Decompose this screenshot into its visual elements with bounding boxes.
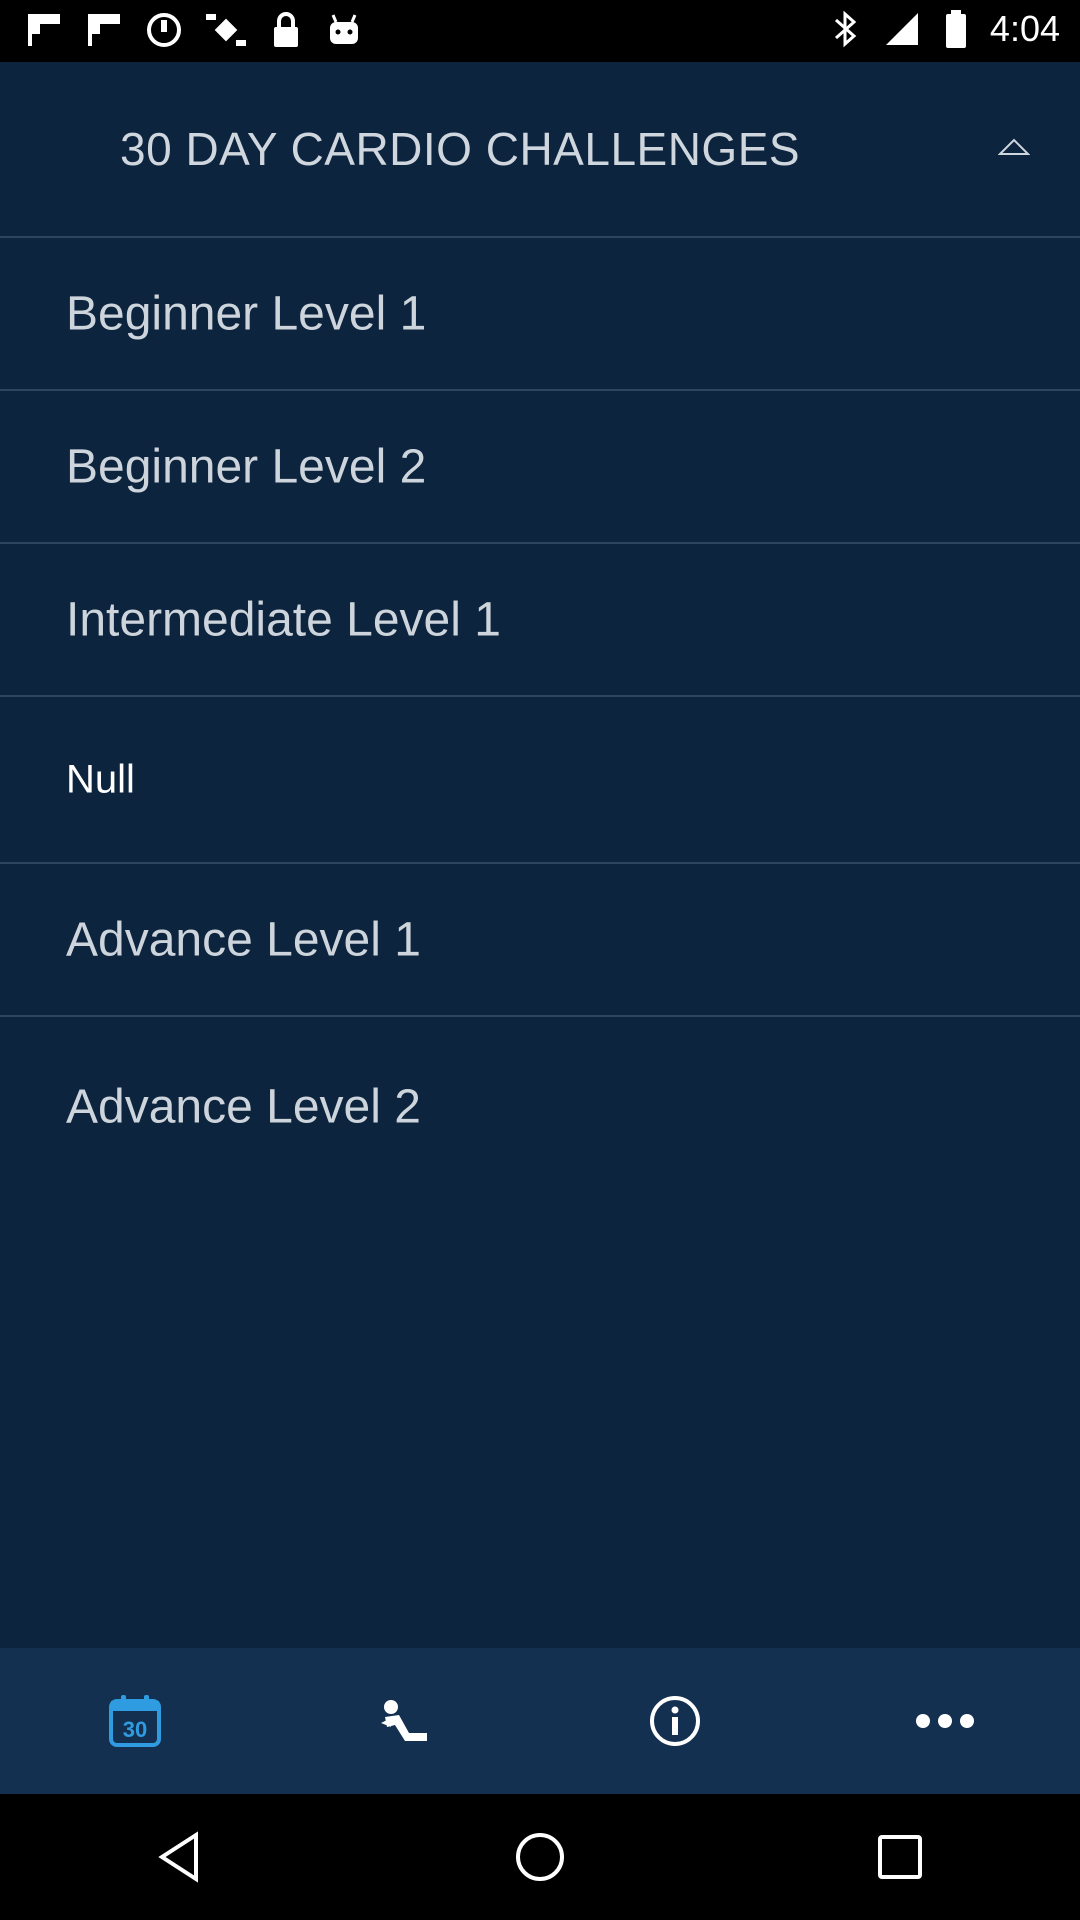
bottom-navigation: 30 [0,1648,1080,1794]
status-bar: 4:04 [0,0,1080,62]
collapse-up-icon[interactable] [998,134,1030,158]
app-screen: 30 DAY CARDIO CHALLENGES Beginner Level … [0,62,1080,1794]
info-icon [650,1696,700,1746]
page-title: 30 DAY CARDIO CHALLENGES [120,123,801,175]
list-item-null[interactable]: Null [0,697,1080,864]
list-item-label: Advance Level 2 [66,1080,421,1134]
bluetooth-icon [834,10,857,48]
challenge-list: Beginner Level 1 Beginner Level 2 Interm… [0,238,1080,1197]
list-item-label: Intermediate Level 1 [66,593,501,646]
home-button[interactable] [480,1807,600,1907]
nav-more-button[interactable] [810,1648,1080,1794]
nav-info-button[interactable] [540,1648,810,1794]
home-circle-icon [516,1833,564,1881]
list-item-advance-level-2[interactable]: Advance Level 2 [0,1017,1080,1197]
list-item-label: Beginner Level 1 [66,287,427,340]
signal-icon [885,13,918,45]
list-item-intermediate-level-1[interactable]: Intermediate Level 1 [0,544,1080,697]
clock: 4:04 [989,8,1060,49]
list-item-label: Advance Level 1 [66,913,421,966]
notification-icons [24,10,364,50]
system-navigation-bar [0,1794,1080,1920]
android-icon [330,14,358,44]
nav-exercise-button[interactable] [270,1648,540,1794]
list-item-advance-level-1[interactable]: Advance Level 1 [0,864,1080,1017]
calendar-30-icon: 30 [109,1695,161,1747]
recents-button[interactable] [840,1807,960,1907]
sync-icon [147,13,181,47]
list-item-beginner-level-1[interactable]: Beginner Level 1 [0,238,1080,391]
list-item-label: Beginner Level 2 [66,440,427,493]
system-status: 4:04 [832,8,1060,50]
nav-calendar-button[interactable]: 30 [0,1648,270,1794]
flipboard-icon [28,14,60,46]
recents-square-icon [878,1835,922,1879]
back-triangle-icon [158,1831,198,1883]
lock-icon [274,12,298,47]
satellite-icon [206,14,246,46]
back-button[interactable] [120,1807,240,1907]
more-icon [916,1714,974,1728]
section-header[interactable]: 30 DAY CARDIO CHALLENGES [0,62,1080,238]
calendar-number: 30 [123,1717,147,1742]
list-item-beginner-level-2[interactable]: Beginner Level 2 [0,391,1080,544]
exercise-icon [381,1700,427,1741]
flipboard-icon [88,14,120,46]
battery-icon [945,10,966,48]
list-item-label: Null [66,757,135,801]
